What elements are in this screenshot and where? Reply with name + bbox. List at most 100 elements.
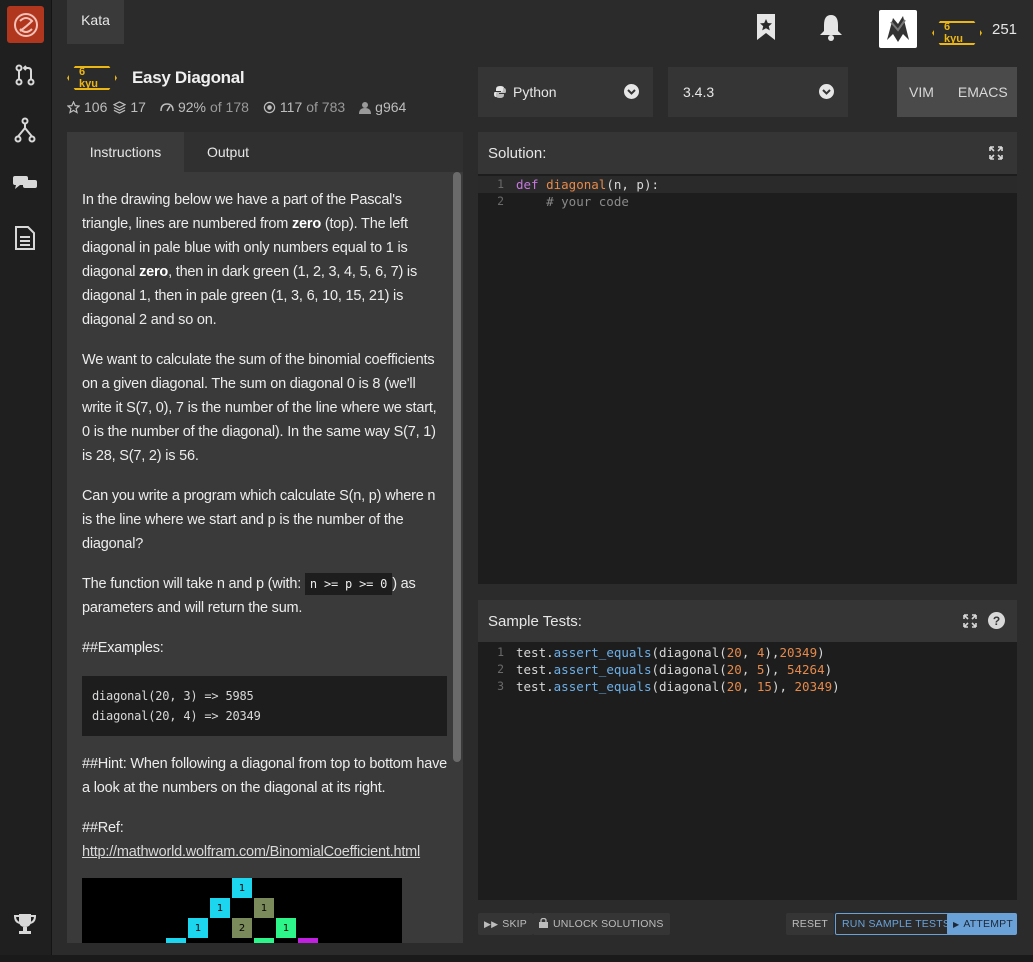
line-number: 2 [497, 662, 504, 676]
solution-heading: Solution: [488, 144, 547, 162]
pascal-cell [166, 938, 186, 943]
document-icon[interactable] [10, 223, 40, 253]
completed-count: 117 [279, 99, 303, 115]
user-rank-label: 6 kyu [932, 21, 982, 45]
paragraph-3: Can you write a program which calculate … [82, 488, 436, 552]
paragraph-4: The function will take n and p (with: n … [82, 572, 447, 620]
target-icon [263, 101, 276, 113]
kata-stats: 106 17 92% of 178 117 of 783 g964 [67, 99, 420, 115]
version-select[interactable]: 3.4.3 [668, 67, 848, 117]
pascal-cell: 1 [276, 918, 296, 938]
instructions-scrollbar[interactable] [453, 172, 461, 762]
collection-icon [113, 100, 127, 114]
hint-paragraph: ##Hint: When following a diagonal from t… [82, 756, 448, 796]
ref-heading: ##Ref: [82, 820, 124, 836]
pascal-cell: 1 [188, 918, 208, 938]
pascal-cell [254, 938, 274, 943]
run-sample-tests-button[interactable]: RUN SAMPLE TESTS [835, 913, 958, 935]
kata-header: 6 kyu Easy Diagonal 106 17 92% of 178 11… [67, 64, 467, 128]
lock-icon [539, 917, 548, 931]
tab-instructions[interactable]: Instructions [67, 132, 184, 172]
line-number: 2 [497, 194, 504, 208]
logo-icon [13, 12, 38, 37]
emacs-mode-button[interactable]: EMACS [946, 84, 1020, 100]
kata-tab[interactable]: Kata [67, 0, 124, 44]
honor-count: 251 [992, 21, 1018, 38]
example-line: diagonal(20, 3) => 5985 [92, 689, 254, 703]
notification-bell-icon[interactable] [818, 13, 844, 41]
completed-stat: 117 of 783 [263, 99, 345, 115]
author-stat[interactable]: g964 [359, 99, 406, 115]
unlock-solutions-button[interactable]: UNLOCK SOLUTIONS [533, 913, 670, 935]
language-value: Python [513, 84, 557, 100]
inline-code: n >= p >= 0 [304, 573, 393, 595]
solution-panel: Solution: 1 def diagonal(n, p): 2 # your… [478, 132, 1017, 584]
pascal-cell: 1 [232, 878, 252, 898]
python-icon [494, 86, 506, 98]
gauge-icon [160, 103, 174, 112]
bookmark-icon[interactable] [755, 13, 777, 41]
tests-heading: Sample Tests: [488, 612, 582, 630]
pascal-cell: 1 [210, 898, 230, 918]
completed-total: of 783 [306, 99, 346, 115]
app: Kata 6 kyu 251 6 kyu Easy Diagonal 106 1… [0, 0, 1033, 962]
solution-header: Solution: [478, 132, 1017, 174]
attempt-button[interactable]: ▶ ATTEMPT [947, 913, 1017, 935]
expand-icon[interactable] [963, 614, 977, 628]
kata-rank-badge: 6 kyu [67, 66, 117, 90]
example-line: diagonal(20, 4) => 20349 [92, 709, 261, 723]
tab-output[interactable]: Output [184, 132, 272, 172]
line-number: 1 [497, 645, 504, 659]
pascal-cell [298, 938, 318, 943]
sidebar [0, 0, 52, 962]
fork-icon[interactable] [10, 115, 40, 145]
chevron-down-icon [624, 84, 639, 99]
editor-mode-toggle: VIM EMACS [897, 67, 1017, 117]
stars-count: 106 [84, 99, 108, 115]
instructions-panel: Instructions Output In the drawing below… [67, 132, 463, 943]
user-avatar[interactable] [879, 10, 917, 48]
pascal-cell: 2 [232, 918, 252, 938]
left-tabs: Instructions Output [67, 132, 463, 172]
trophy-icon[interactable] [12, 912, 38, 936]
author-name: g964 [375, 99, 407, 115]
code-line: 3 test.assert_equals(diagonal(20, 15), 2… [478, 678, 1017, 695]
language-select[interactable]: Python [478, 67, 653, 117]
code-line: 1 def diagonal(n, p): [478, 176, 1017, 193]
action-bar: ▶▶ SKIP UNLOCK SOLUTIONS RESET RUN SAMPL… [478, 913, 1017, 937]
collections-count: 17 [130, 99, 146, 115]
user-rank-badge[interactable]: 6 kyu [932, 17, 982, 45]
examples-code-block: diagonal(20, 3) => 5985 diagonal(20, 4) … [82, 676, 447, 736]
ref-link[interactable]: http://mathworld.wolfram.com/BinomialCoe… [82, 844, 420, 860]
help-icon[interactable]: ? [988, 612, 1005, 629]
star-icon [67, 100, 80, 114]
kata-description: In the drawing below we have a part of t… [82, 188, 447, 874]
code-line: 2 # your code [478, 193, 1017, 210]
solution-editor[interactable]: 1 def diagonal(n, p): 2 # your code [478, 176, 1017, 210]
play-icon: ▶ [953, 919, 960, 929]
ref-paragraph: ##Ref: http://mathworld.wolfram.com/Binom… [82, 816, 447, 864]
tests-header: Sample Tests: ? [478, 600, 1017, 642]
examples-heading: ##Examples: [82, 640, 164, 656]
chevron-down-icon [819, 84, 834, 99]
pascal-triangle-image: 1 1 1 1 2 1 [82, 878, 402, 943]
top-bar: Kata 6 kyu 251 [52, 0, 1033, 60]
codewars-logo[interactable] [7, 6, 44, 43]
pascal-cell: 1 [254, 898, 274, 918]
skip-button[interactable]: ▶▶ SKIP [478, 913, 533, 935]
collections-stat[interactable]: 17 [113, 99, 146, 115]
line-number: 3 [497, 679, 504, 693]
code-line: 1 test.assert_equals(diagonal(20, 4),203… [478, 644, 1017, 661]
satisfaction-votes: of 178 [209, 99, 249, 115]
pull-request-icon[interactable] [10, 60, 40, 90]
tests-editor[interactable]: 1 test.assert_equals(diagonal(20, 4),203… [478, 644, 1017, 695]
satisfaction-stat: 92% of 178 [160, 99, 249, 115]
reset-button[interactable]: RESET [786, 913, 835, 935]
discussion-icon[interactable] [10, 168, 40, 198]
stars-stat[interactable]: 106 [67, 99, 107, 115]
code-line: 2 test.assert_equals(diagonal(20, 5), 54… [478, 661, 1017, 678]
expand-icon[interactable] [989, 146, 1003, 160]
user-icon [359, 101, 372, 114]
vim-mode-button[interactable]: VIM [897, 84, 946, 100]
paragraph-1: In the drawing below we have a part of t… [82, 192, 417, 328]
